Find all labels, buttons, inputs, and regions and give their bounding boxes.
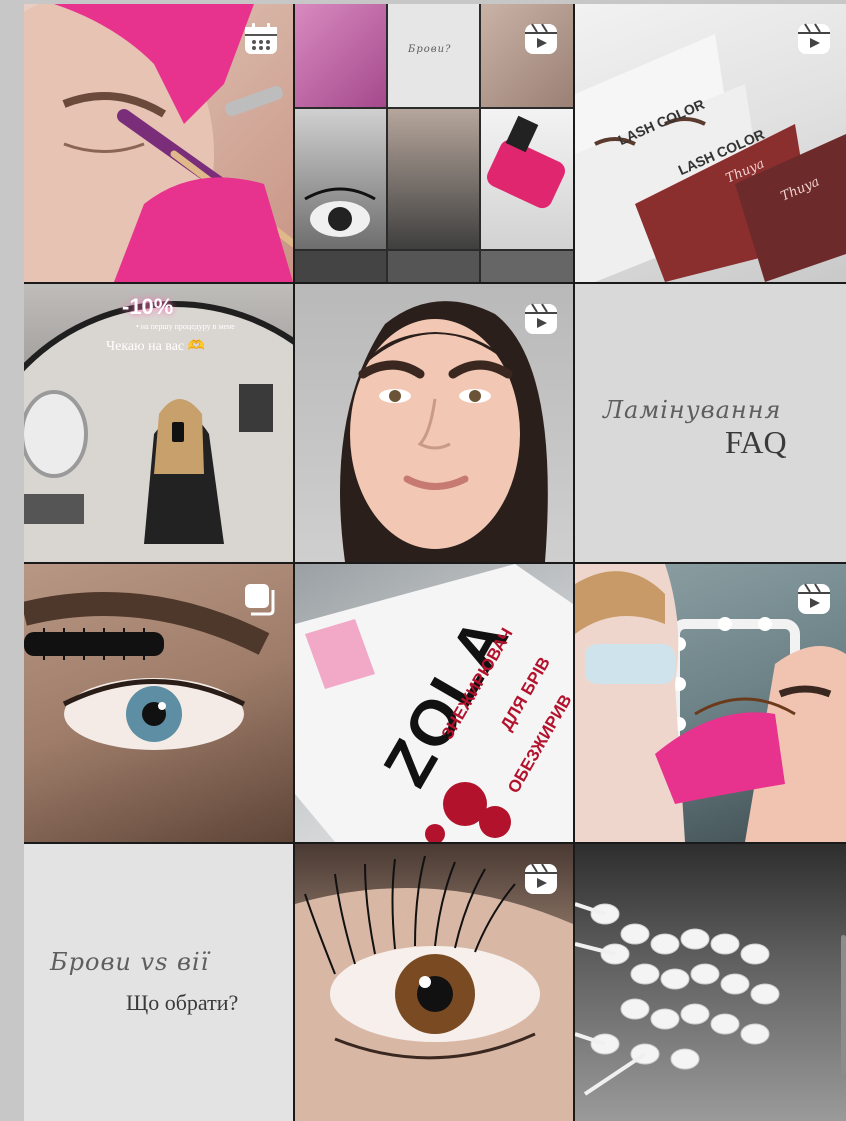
promo-subtitle: • на першу процедуру в мене xyxy=(136,322,235,331)
scrollbar[interactable] xyxy=(841,935,846,1075)
grid-post-8[interactable]: ZOLA ЗНЕЖИРЮВАЧ ДЛЯ БРІВ ОБЕЗЖИРИВ xyxy=(295,564,573,842)
carousel-icon xyxy=(243,582,279,616)
reel-icon xyxy=(523,862,559,896)
grid-post-10[interactable]: Брови vs вії Що обрати? xyxy=(24,844,293,1121)
post-6-title: FAQ xyxy=(725,424,787,460)
grid-post-3[interactable]: LASH COLOR LASH COLOR Thuya Thuya xyxy=(575,4,846,282)
reel-icon xyxy=(796,582,832,616)
collage-cell-bottom-2 xyxy=(388,251,479,282)
grid-post-4[interactable]: -10% • на першу процедуру в мене Чекаю н… xyxy=(24,284,293,562)
collage-cell-bottom-3 xyxy=(481,251,573,282)
post-10-title: Що обрати? xyxy=(126,990,239,1015)
calendar-icon xyxy=(243,22,279,56)
photo-grid: Брови? LASH COLOR LASH COLOR Thuya Thuya xyxy=(24,4,846,1121)
collage-cell-bottle xyxy=(481,109,573,249)
reel-icon xyxy=(523,22,559,56)
grid-post-11[interactable] xyxy=(295,844,573,1121)
grid-post-7[interactable] xyxy=(24,564,293,842)
grid-post-2[interactable]: Брови? xyxy=(295,4,573,282)
grid-post-1[interactable] xyxy=(24,4,293,282)
grid-post-6[interactable]: Ламінування FAQ xyxy=(575,284,846,562)
grid-post-5[interactable] xyxy=(295,284,573,562)
post-12-image xyxy=(575,902,780,1096)
collage-cell-products xyxy=(295,4,386,107)
collage-cell-text: Брови? xyxy=(388,4,479,107)
grid-post-12[interactable] xyxy=(575,844,846,1121)
grid-post-9[interactable] xyxy=(575,564,846,842)
reel-icon xyxy=(523,302,559,336)
post-6-script-title: Ламінування xyxy=(603,396,782,424)
collage-cell-master xyxy=(388,109,479,249)
collage-caption: Брови? xyxy=(408,44,452,55)
collage-cell-bottom-1 xyxy=(295,251,386,282)
promo-message: Чекаю на вас 🫶 xyxy=(106,339,206,354)
post-10-script-title: Брови vs вії xyxy=(50,948,210,976)
collage-cell-eye xyxy=(295,109,386,249)
promo-discount: -10% xyxy=(122,294,174,319)
reel-icon xyxy=(796,22,832,56)
